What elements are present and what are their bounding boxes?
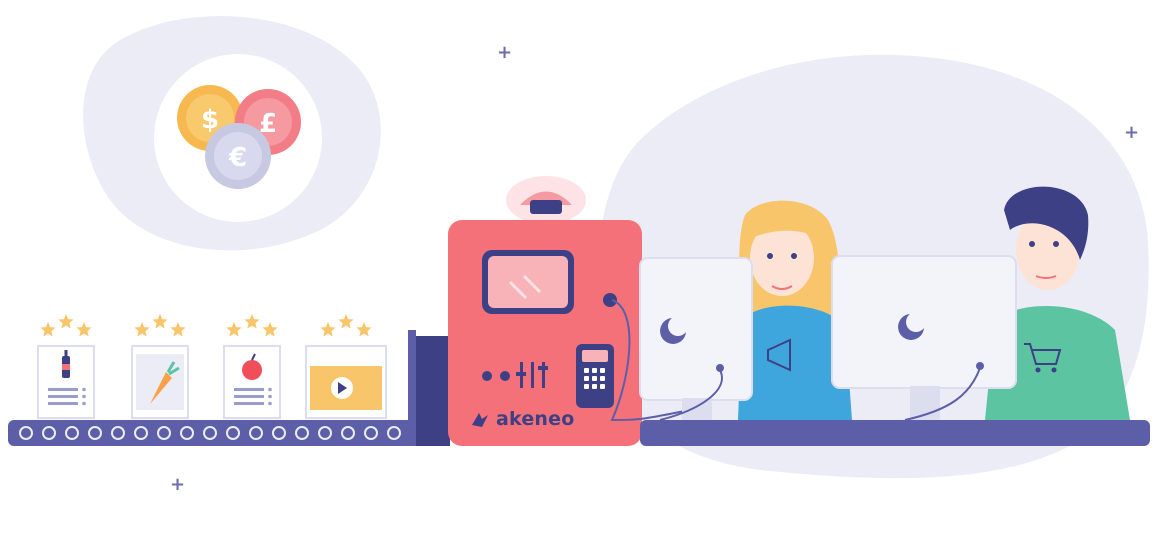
- star-icon: [170, 322, 186, 337]
- machine-port: [603, 293, 617, 307]
- star-icon: [40, 322, 56, 337]
- keypad-key: [600, 384, 605, 389]
- keypad-key: [584, 376, 589, 381]
- monitor-left: [639, 257, 753, 421]
- star-icon: [262, 322, 278, 337]
- video-play-icon: [310, 366, 382, 410]
- text-line: [48, 402, 78, 405]
- star-icon: [356, 322, 372, 337]
- sparkle-icon: +: [170, 474, 186, 495]
- keypad-key: [600, 368, 605, 373]
- keypad-key: [600, 376, 605, 381]
- keypad-key: [592, 384, 597, 389]
- text-line: [48, 388, 78, 391]
- keypad-key: [592, 376, 597, 381]
- brand-name: akeneo: [496, 408, 575, 430]
- star-icon: [244, 314, 260, 329]
- star-icon: [320, 322, 336, 337]
- carrot-icon: [136, 354, 184, 410]
- star-icon: [134, 322, 150, 337]
- product-card: [131, 314, 189, 419]
- product-card: [223, 314, 281, 419]
- akeneo-illustration: $ £ €: [8, 16, 1150, 479]
- text-line: [234, 388, 264, 391]
- star-icon: [152, 314, 168, 329]
- sparkle-icon: +: [1124, 122, 1140, 143]
- star-icon: [58, 314, 74, 329]
- text-line: [48, 395, 78, 398]
- currency-badge: $ £ €: [154, 54, 322, 222]
- product-cards: [37, 314, 387, 419]
- euro-icon: €: [228, 143, 247, 173]
- text-line: [234, 402, 264, 405]
- akeneo-logo-icon: [472, 413, 488, 427]
- desk: [640, 420, 1150, 446]
- brand-logo: akeneo: [470, 408, 575, 430]
- pound-icon: £: [259, 109, 277, 139]
- keypad-key: [584, 368, 589, 373]
- text-line: [234, 395, 264, 398]
- star-icon: [338, 314, 354, 329]
- product-card: [37, 314, 95, 419]
- keypad-key: [584, 384, 589, 389]
- star-icon: [76, 322, 92, 337]
- product-card: [305, 314, 387, 419]
- dollar-icon: $: [201, 105, 219, 135]
- sparkle-icon: +: [497, 42, 513, 63]
- keypad-key: [592, 368, 597, 373]
- star-icon: [226, 322, 242, 337]
